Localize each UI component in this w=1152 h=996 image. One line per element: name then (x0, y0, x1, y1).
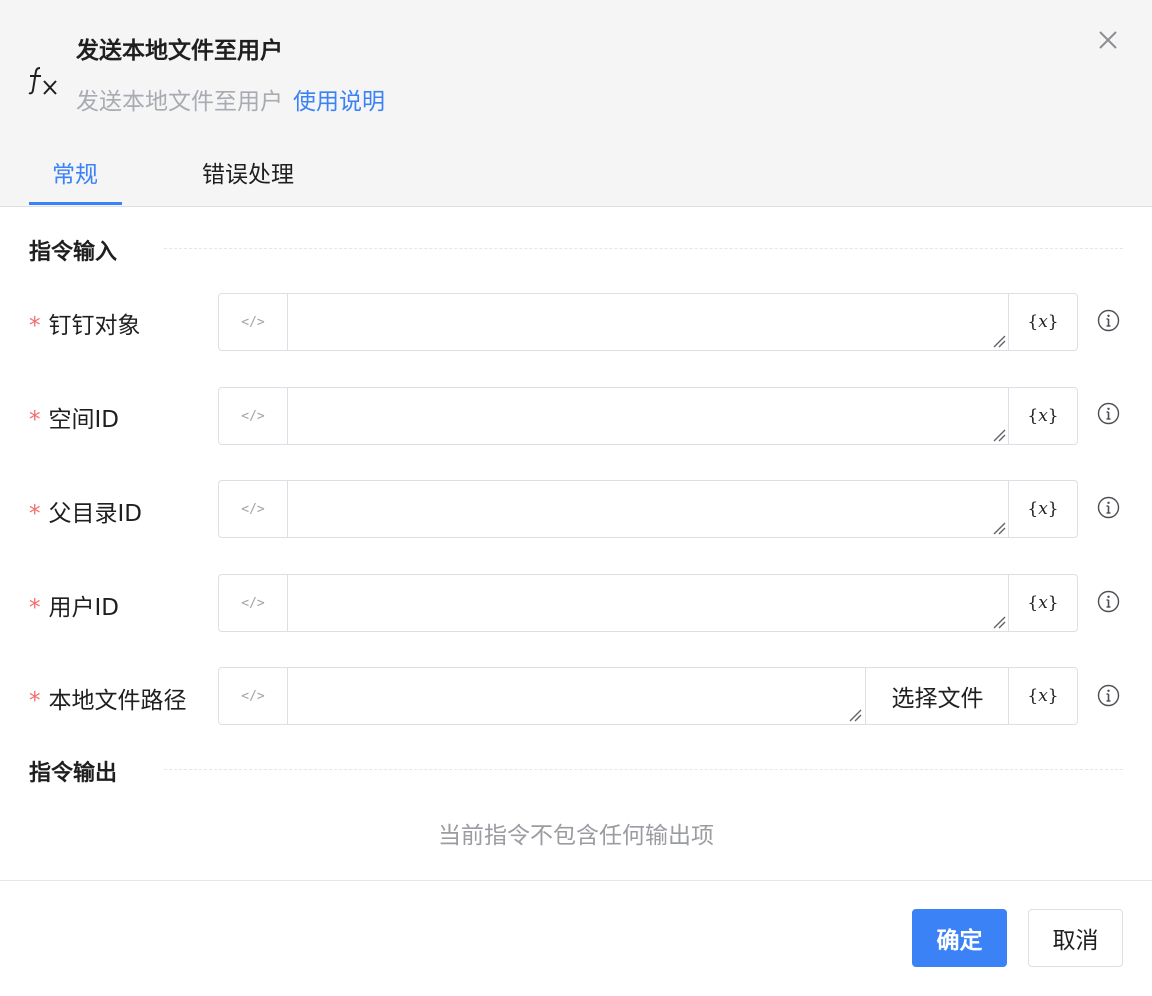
cancel-button[interactable]: 取消 (1028, 909, 1123, 967)
info-icon[interactable] (1097, 309, 1120, 332)
dialog-subtitle: 发送本地文件至用户 使用说明 (76, 82, 385, 116)
output-section-divider (164, 769, 1123, 770)
brace-close: } (1047, 499, 1059, 519)
field-label-text: 本地文件路径 (48, 688, 187, 714)
code-toggle-button[interactable]: </> (219, 668, 288, 724)
variable-x: x (1038, 686, 1048, 706)
field-label-space-id: * 空间ID (29, 400, 119, 434)
parent-dir-id-input[interactable] (289, 481, 1008, 537)
info-icon[interactable] (1097, 684, 1120, 707)
help-link[interactable]: 使用说明 (293, 89, 385, 115)
resize-grip-icon[interactable] (992, 521, 1006, 535)
variable-x: x (1038, 312, 1048, 332)
field-label-local-file-path: * 本地文件路径 (29, 681, 187, 715)
brace-close: } (1047, 406, 1059, 426)
code-toggle-button[interactable]: </> (219, 575, 288, 631)
variable-button[interactable]: {x} (1008, 575, 1077, 631)
field-label-parent-dir-id: * 父目录ID (29, 494, 142, 528)
dialog-title: 发送本地文件至用户 (76, 38, 283, 64)
variable-x: x (1038, 593, 1048, 613)
required-marker: * (29, 313, 41, 339)
field-label-text: 用户ID (48, 595, 120, 621)
dialog-subtitle-text: 发送本地文件至用户 (76, 89, 283, 115)
tab-general[interactable]: 常规 (52, 155, 98, 189)
brace-close: } (1047, 593, 1059, 613)
brace-open: { (1027, 406, 1039, 426)
code-toggle-button[interactable]: </> (219, 388, 288, 444)
required-marker: * (29, 501, 41, 527)
fx-icon (28, 67, 57, 95)
brace-open: { (1027, 312, 1039, 332)
info-icon[interactable] (1097, 590, 1120, 613)
field-label-text: 空间ID (48, 407, 120, 433)
field-label-user-id: * 用户ID (29, 588, 119, 622)
dingtalk-object-field: </> {x} (218, 293, 1078, 351)
code-toggle-button[interactable]: </> (219, 294, 288, 350)
parent-dir-id-field: </> {x} (218, 480, 1078, 538)
brace-close: } (1047, 686, 1059, 706)
resize-grip-icon[interactable] (848, 708, 862, 722)
dingtalk-object-input[interactable] (289, 294, 1008, 350)
info-icon[interactable] (1097, 402, 1120, 425)
close-icon[interactable] (1092, 24, 1124, 56)
brace-open: { (1027, 686, 1039, 706)
variable-x: x (1038, 499, 1048, 519)
user-id-input[interactable] (289, 575, 1008, 631)
variable-button[interactable]: {x} (1008, 481, 1077, 537)
resize-grip-icon[interactable] (992, 334, 1006, 348)
local-file-path-field: </> 选择文件 {x} (218, 667, 1078, 725)
space-id-input[interactable] (289, 388, 1008, 444)
required-marker: * (29, 595, 41, 621)
field-label-text: 父目录ID (48, 501, 143, 527)
dialog-header: 发送本地文件至用户 发送本地文件至用户 使用说明 常规 错误处理 (0, 0, 1152, 207)
field-label-dingtalk-object: * 钉钉对象 (29, 306, 141, 340)
tab-error-handling[interactable]: 错误处理 (202, 155, 294, 189)
brace-close: } (1047, 312, 1059, 332)
variable-x: x (1038, 406, 1048, 426)
variable-button[interactable]: {x} (1008, 294, 1077, 350)
confirm-button[interactable]: 确定 (912, 909, 1007, 967)
info-icon[interactable] (1097, 496, 1120, 519)
code-toggle-button[interactable]: </> (219, 481, 288, 537)
empty-output-message: 当前指令不包含任何输出项 (438, 823, 714, 849)
input-section-title: 指令输入 (29, 240, 118, 265)
brace-open: { (1027, 499, 1039, 519)
required-marker: * (29, 407, 41, 433)
local-file-path-input[interactable] (289, 668, 864, 724)
variable-button[interactable]: {x} (1008, 668, 1077, 724)
space-id-field: </> {x} (218, 387, 1078, 445)
resize-grip-icon[interactable] (992, 615, 1006, 629)
brace-open: { (1027, 593, 1039, 613)
required-marker: * (29, 688, 41, 714)
active-tab-indicator (29, 202, 122, 205)
variable-button[interactable]: {x} (1008, 388, 1077, 444)
input-section-divider (164, 248, 1123, 249)
select-file-button[interactable]: 选择文件 (865, 668, 1009, 724)
user-id-field: </> {x} (218, 574, 1078, 632)
footer-divider (0, 880, 1152, 881)
resize-grip-icon[interactable] (992, 428, 1006, 442)
output-section-title: 指令输出 (29, 761, 118, 786)
field-label-text: 钉钉对象 (48, 313, 141, 339)
